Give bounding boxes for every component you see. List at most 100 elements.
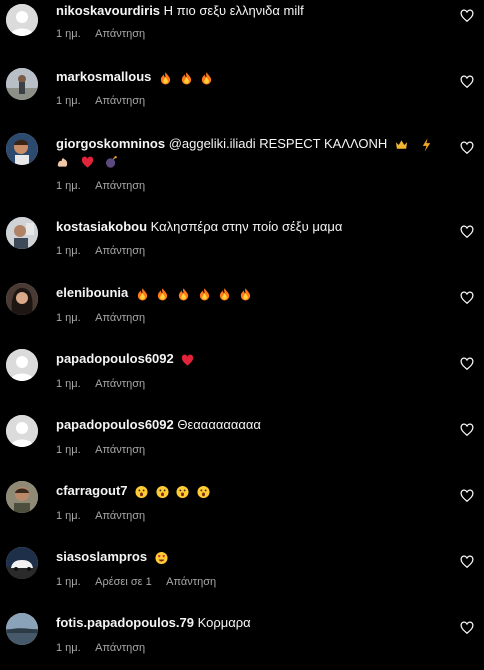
comment-time: 1 ημ.	[56, 312, 81, 324]
reply-link[interactable]: Απάντηση	[95, 378, 145, 390]
like-heart-icon[interactable]	[460, 555, 474, 569]
comment-username[interactable]: kostasiakobou	[56, 219, 147, 234]
comment-body: Κορμαρα	[197, 615, 251, 630]
fire-emoji-icon	[180, 71, 193, 85]
comment-time: 1 ημ.	[56, 642, 81, 654]
reply-link[interactable]: Απάντηση	[95, 180, 145, 192]
like-heart-icon[interactable]	[460, 357, 474, 371]
comment-username[interactable]: papadopoulos6092	[56, 351, 174, 366]
reply-link[interactable]: Απάντηση	[95, 28, 145, 40]
fire-emoji-icon	[198, 287, 211, 301]
comment-text-line: papadopoulos6092	[56, 350, 444, 370]
comment-username[interactable]: siasoslampros	[56, 549, 147, 564]
astonished-face-emoji-icon	[176, 485, 189, 499]
comment-time: 1 ημ.	[56, 245, 81, 257]
comment-username[interactable]: papadopoulos6092	[56, 417, 174, 432]
reply-link[interactable]: Απάντηση	[95, 312, 145, 324]
comment-text-line: papadopoulos6092 Θεααααααααα	[56, 416, 444, 434]
comment-time: 1 ημ.	[56, 444, 81, 456]
comment-text-line: siasoslampros	[56, 548, 444, 568]
emoji-row	[132, 286, 252, 304]
comment-time: 1 ημ.	[56, 95, 81, 107]
comment-text-line: markosmallous	[56, 68, 444, 88]
red-heart-emoji-icon	[81, 155, 94, 169]
fire-emoji-icon	[200, 71, 213, 85]
like-heart-icon[interactable]	[460, 423, 474, 437]
comment-body: Καλησπέρα στην ποίο σέξυ μαμα	[150, 219, 343, 234]
comment-meta: 1 ημ. Απάντηση	[56, 94, 157, 108]
reply-link[interactable]: Απάντηση	[166, 576, 216, 588]
comment-time: 1 ημ.	[56, 378, 81, 390]
emoji-row	[151, 550, 168, 568]
comment-text-line: elenibounia	[56, 284, 444, 304]
default-avatar-icon[interactable]	[6, 415, 38, 447]
comment-meta: 1 ημ. Απάντηση	[56, 244, 157, 258]
comment-body: Η πιο σεξυ ελληνιδα milf	[163, 3, 304, 18]
emoji-row	[177, 352, 194, 370]
fire-emoji-icon	[136, 287, 149, 301]
astonished-face-emoji-icon	[135, 485, 148, 499]
fire-emoji-icon	[218, 287, 231, 301]
comment-meta: 1 ημ. Απάντηση	[56, 641, 157, 655]
emoji-row	[56, 154, 118, 172]
like-heart-icon[interactable]	[460, 141, 474, 155]
reply-link[interactable]: Απάντηση	[95, 510, 145, 522]
like-heart-icon[interactable]	[460, 225, 474, 239]
comment-username[interactable]: giorgoskomninos	[56, 136, 165, 151]
comment-username[interactable]: elenibounia	[56, 285, 128, 300]
emoji-row	[155, 70, 213, 88]
user-avatar[interactable]	[6, 547, 38, 579]
lightning-emoji-icon	[420, 138, 433, 152]
comment-body: Θεααααααααα	[177, 417, 261, 432]
reply-link[interactable]: Απάντηση	[95, 642, 145, 654]
user-avatar[interactable]	[6, 613, 38, 645]
default-avatar-icon[interactable]	[6, 349, 38, 381]
user-avatar[interactable]	[6, 283, 38, 315]
flexed-biceps-emoji-icon	[56, 155, 69, 169]
likes-count[interactable]: Αρέσει σε 1	[95, 576, 152, 588]
comment-meta: 1 ημ. Απάντηση	[56, 509, 157, 523]
user-avatar[interactable]	[6, 68, 38, 100]
like-heart-icon[interactable]	[460, 621, 474, 635]
comment-time: 1 ημ.	[56, 180, 81, 192]
bomb-emoji-icon	[105, 155, 118, 169]
comment-time: 1 ημ.	[56, 576, 81, 588]
comment-time: 1 ημ.	[56, 510, 81, 522]
comment-username[interactable]: fotis.papadopoulos.79	[56, 615, 194, 630]
emoji-row	[131, 484, 210, 502]
fire-emoji-icon	[159, 71, 172, 85]
like-heart-icon[interactable]	[460, 489, 474, 503]
comment-text-line: cfarragout7	[56, 482, 444, 502]
reply-link[interactable]: Απάντηση	[95, 245, 145, 257]
user-avatar[interactable]	[6, 133, 38, 165]
comment-meta: 1 ημ. Απάντηση	[56, 311, 157, 325]
like-heart-icon[interactable]	[460, 291, 474, 305]
comment-text-line: fotis.papadopoulos.79 Κορμαρα	[56, 614, 444, 632]
user-avatar[interactable]	[6, 217, 38, 249]
comment-text-line: kostasiakobou Καλησπέρα στην ποίο σέξυ μ…	[56, 218, 444, 236]
heart-eyes-emoji-icon	[155, 551, 168, 565]
reply-link[interactable]: Απάντηση	[95, 444, 145, 456]
fire-emoji-icon	[177, 287, 190, 301]
comment-username[interactable]: markosmallous	[56, 69, 151, 84]
fire-emoji-icon	[156, 287, 169, 301]
comment-username[interactable]: cfarragout7	[56, 483, 128, 498]
comment-meta: 1 ημ. Απάντηση	[56, 443, 157, 457]
user-avatar[interactable]	[6, 481, 38, 513]
crown-emoji-icon	[395, 138, 408, 152]
astonished-face-emoji-icon	[197, 485, 210, 499]
reply-link[interactable]: Απάντηση	[95, 95, 145, 107]
comment-text-line-2	[56, 152, 444, 172]
comment-time: 1 ημ.	[56, 28, 81, 40]
astonished-face-emoji-icon	[156, 485, 169, 499]
like-heart-icon[interactable]	[460, 9, 474, 23]
comment-text-line: nikoskavourdiris Η πιο σεξυ ελληνιδα mil…	[56, 2, 444, 20]
comment-meta: 1 ημ. Απάντηση	[56, 377, 157, 391]
comment-username[interactable]: nikoskavourdiris	[56, 3, 160, 18]
comment-body: @aggeliki.iliadi RESPECT ΚΑΛΛΟΝΗ	[168, 136, 388, 151]
comment-meta: 1 ημ. Απάντηση	[56, 179, 157, 193]
fire-emoji-icon	[239, 287, 252, 301]
red-heart-emoji-icon	[181, 353, 194, 367]
like-heart-icon[interactable]	[460, 75, 474, 89]
default-avatar-icon[interactable]	[6, 4, 38, 36]
